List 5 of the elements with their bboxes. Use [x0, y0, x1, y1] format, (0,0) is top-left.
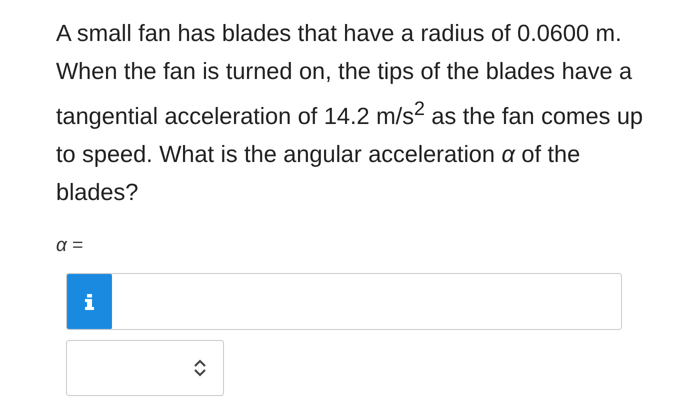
- info-icon: [67, 274, 112, 329]
- answer-field[interactable]: [66, 272, 622, 330]
- answer-label: α =: [56, 234, 84, 257]
- chevron-icon: [193, 358, 207, 377]
- question-text: A small fan has blades that have a radius of 0.0600 m. When the fan is turned on, the tips of the blades have a tangential acceleration of 14.2 m/s$^{2}$ as the fan comes up to speed. What is the angular acceleration α of the blades?: [56, 19, 644, 207]
